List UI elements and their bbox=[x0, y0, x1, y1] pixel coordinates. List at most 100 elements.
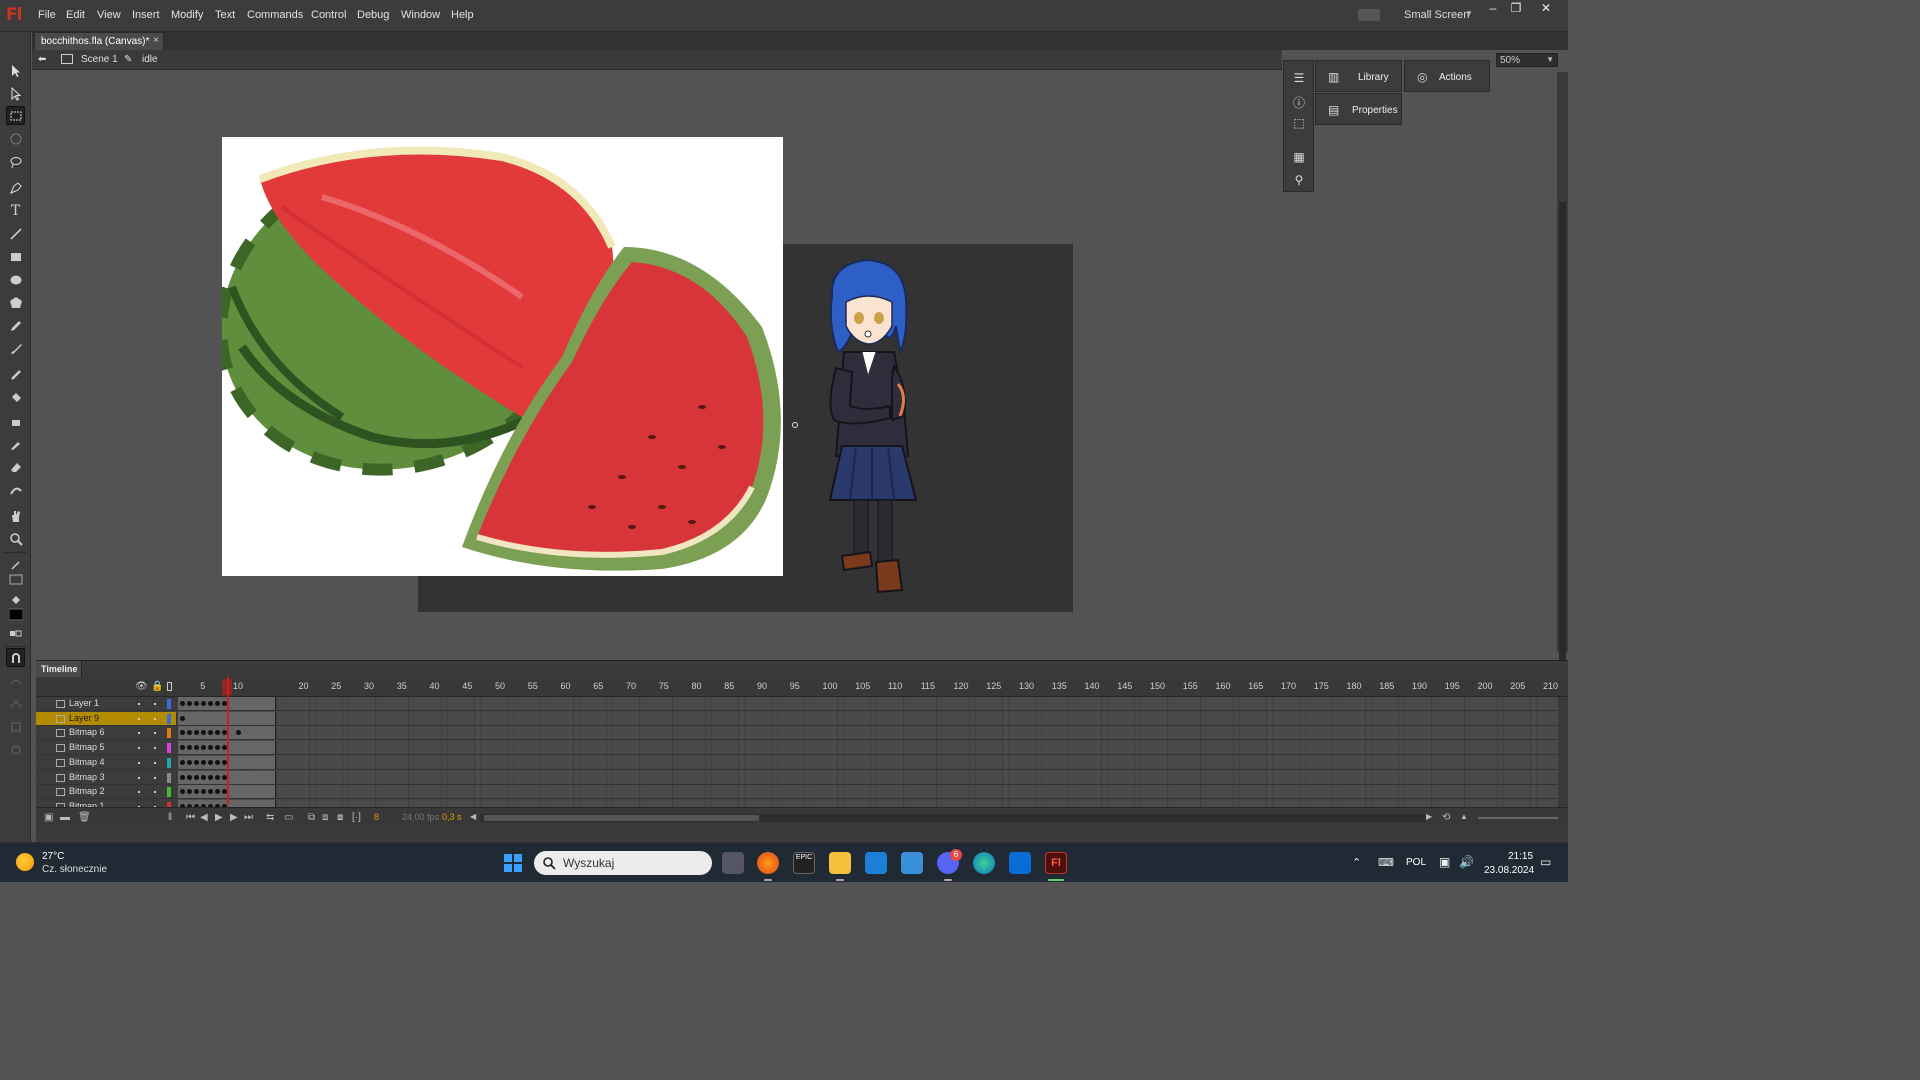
animate-app-icon[interactable]: Fl bbox=[1045, 852, 1067, 874]
keyframe[interactable] bbox=[201, 774, 206, 780]
keyframe[interactable] bbox=[194, 701, 199, 706]
file-explorer-icon[interactable] bbox=[829, 852, 851, 874]
onion-outline-icon[interactable]: ⧈ bbox=[322, 812, 328, 823]
stroke-color-swatch[interactable] bbox=[6, 570, 25, 589]
frame-row[interactable] bbox=[178, 711, 1558, 726]
menu-window[interactable]: Window bbox=[401, 9, 440, 21]
properties-panel-button[interactable]: ▤ Properties bbox=[1315, 93, 1402, 125]
sync-settings-icon[interactable] bbox=[1358, 9, 1380, 21]
keyframe[interactable] bbox=[194, 759, 199, 765]
workspace-switcher[interactable]: Small Screen bbox=[1404, 9, 1469, 21]
zoom-tool-icon[interactable] bbox=[6, 529, 25, 548]
frame-row[interactable] bbox=[178, 741, 1558, 756]
breadcrumb-symbol[interactable]: idle bbox=[142, 54, 158, 65]
timeline-horizontal-scrollbar[interactable] bbox=[480, 814, 1426, 822]
lock-toggle[interactable] bbox=[154, 747, 156, 750]
scroll-left-icon[interactable]: ◀ bbox=[470, 812, 476, 821]
layer-color-swatch[interactable] bbox=[167, 743, 171, 754]
visibility-toggle[interactable] bbox=[138, 761, 140, 764]
firefox-icon[interactable] bbox=[757, 852, 779, 874]
layer-name[interactable]: Bitmap 3 bbox=[69, 772, 105, 782]
microsoft-store-icon[interactable] bbox=[865, 852, 887, 874]
layer-row[interactable]: Layer 1 bbox=[36, 697, 176, 711]
hand-tool-icon[interactable] bbox=[6, 506, 25, 525]
swap-colors-icon[interactable] bbox=[6, 624, 25, 643]
delete-layer-icon[interactable]: 🗑 bbox=[78, 812, 91, 823]
notifications-icon[interactable]: ▭ bbox=[1540, 855, 1551, 869]
menu-debug[interactable]: Debug bbox=[357, 9, 389, 21]
menu-help[interactable]: Help bbox=[451, 9, 474, 21]
layer-name[interactable]: Layer 9 bbox=[69, 713, 99, 723]
brush-tool-icon[interactable] bbox=[6, 339, 25, 358]
keyframe[interactable] bbox=[180, 701, 185, 706]
keyframe[interactable] bbox=[201, 701, 206, 706]
keyframe[interactable] bbox=[208, 759, 213, 765]
layer-name[interactable]: Layer 1 bbox=[69, 698, 99, 708]
eraser-tool-icon[interactable] bbox=[6, 457, 25, 476]
character-bitmap[interactable] bbox=[812, 256, 938, 602]
components-panel-icon[interactable]: ▦ bbox=[1291, 150, 1307, 164]
motion-presets-icon[interactable]: ⚲ bbox=[1291, 173, 1307, 187]
layer-name[interactable]: Bitmap 6 bbox=[69, 727, 105, 737]
menu-modify[interactable]: Modify bbox=[171, 9, 203, 21]
play-icon[interactable]: ▶ bbox=[215, 812, 223, 823]
document-tab[interactable]: bocchithos.fla (Canvas)* × bbox=[34, 32, 164, 50]
smooth-option-icon[interactable] bbox=[6, 671, 25, 690]
timeline-tab[interactable]: Timeline bbox=[36, 661, 82, 677]
task-view-icon[interactable] bbox=[722, 852, 744, 874]
text-tool-icon[interactable]: T bbox=[6, 201, 25, 220]
visibility-toggle[interactable] bbox=[138, 732, 140, 735]
library-panel-button[interactable]: ▥ Library bbox=[1315, 60, 1402, 92]
lock-toggle[interactable] bbox=[154, 761, 156, 764]
visibility-toggle[interactable] bbox=[138, 776, 140, 779]
center-frame-icon[interactable]: ▭ bbox=[284, 812, 293, 823]
frame-row[interactable] bbox=[178, 755, 1558, 770]
step-back-icon[interactable]: ◀ bbox=[200, 812, 208, 823]
edit-multiple-icon[interactable]: ⧇ bbox=[337, 812, 343, 823]
fill-color-swatch[interactable] bbox=[6, 605, 25, 624]
rotate-option-icon[interactable] bbox=[6, 717, 25, 736]
pen-tool-icon[interactable] bbox=[6, 178, 25, 197]
timeline-zoom-slider[interactable] bbox=[1478, 817, 1558, 819]
scale-option-icon[interactable] bbox=[6, 740, 25, 759]
chevron-down-icon[interactable]: ▼ bbox=[1465, 9, 1473, 18]
menu-file[interactable]: File bbox=[38, 9, 56, 21]
menu-insert[interactable]: Insert bbox=[132, 9, 160, 21]
transform-point[interactable] bbox=[792, 422, 798, 428]
close-tab-icon[interactable]: × bbox=[153, 35, 159, 46]
free-transform-tool-icon[interactable] bbox=[6, 106, 25, 125]
line-tool-icon[interactable] bbox=[6, 224, 25, 243]
frame-row[interactable] bbox=[178, 697, 1558, 711]
visibility-toggle[interactable] bbox=[138, 747, 140, 750]
info-panel-icon[interactable]: ⓘ bbox=[1291, 94, 1307, 110]
edge-icon[interactable] bbox=[973, 852, 995, 874]
keyframe[interactable] bbox=[180, 759, 185, 765]
eyedropper-tool-icon[interactable] bbox=[6, 434, 25, 453]
weather-temperature[interactable]: 27°C bbox=[42, 851, 64, 862]
lock-toggle[interactable] bbox=[154, 703, 156, 705]
layer-row[interactable]: Layer 9 bbox=[36, 711, 176, 726]
menu-edit[interactable]: Edit bbox=[66, 9, 85, 21]
subselection-tool-icon[interactable] bbox=[6, 84, 25, 103]
pause-icon[interactable]: ‖ bbox=[168, 812, 172, 823]
keyframe[interactable] bbox=[187, 774, 192, 780]
scroll-right-icon[interactable]: ▶ bbox=[1426, 812, 1432, 821]
input-language[interactable]: POL bbox=[1406, 857, 1426, 868]
menu-commands[interactable]: Commands bbox=[247, 9, 303, 21]
photos-icon[interactable] bbox=[901, 852, 923, 874]
layer-name[interactable]: Bitmap 2 bbox=[69, 786, 105, 796]
lock-icon[interactable]: 🔒 bbox=[151, 681, 163, 692]
breadcrumb-scene[interactable]: Scene 1 bbox=[81, 54, 118, 65]
lasso-tool-icon[interactable] bbox=[6, 152, 25, 171]
layer-name[interactable]: Bitmap 4 bbox=[69, 757, 105, 767]
pencil-tool-icon[interactable] bbox=[6, 316, 25, 335]
eye-icon[interactable]: 👁 bbox=[135, 681, 148, 692]
scroll-thumb[interactable] bbox=[1559, 202, 1566, 722]
playhead[interactable] bbox=[227, 677, 229, 805]
visibility-toggle[interactable] bbox=[138, 791, 140, 794]
layer-color-swatch[interactable] bbox=[167, 699, 171, 709]
layer-color-swatch[interactable] bbox=[167, 787, 171, 798]
watermelon-bitmap[interactable] bbox=[222, 137, 783, 576]
keyframe[interactable] bbox=[215, 759, 220, 765]
layer-name[interactable]: Bitmap 5 bbox=[69, 742, 105, 752]
